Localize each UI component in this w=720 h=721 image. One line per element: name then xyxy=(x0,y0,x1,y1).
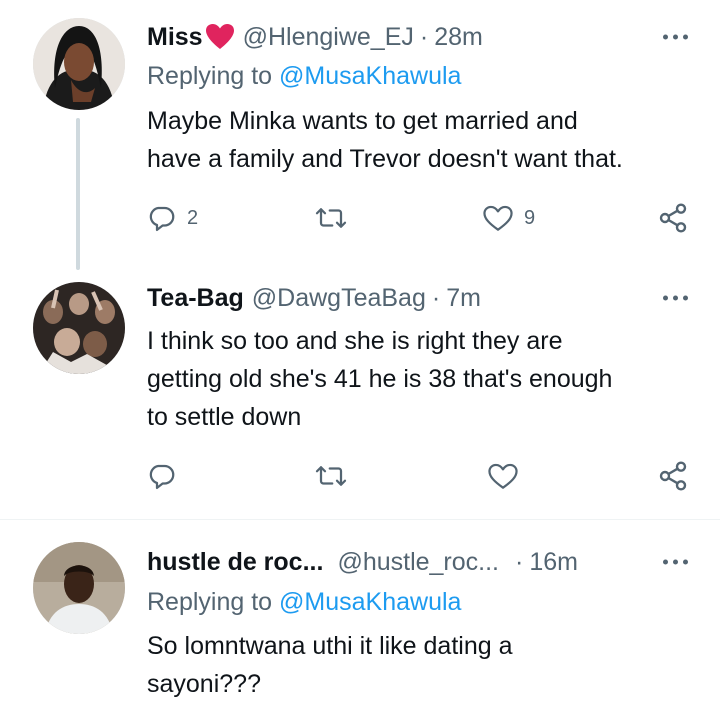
timestamp[interactable]: 7m xyxy=(446,284,481,313)
tweet-1[interactable]: Miss @Hlengiwe_EJ · 28m Replying to @Mus… xyxy=(0,0,720,290)
retweet-button[interactable] xyxy=(314,198,358,238)
tweet-text-line: have a family and Trevor doesn't want th… xyxy=(147,145,623,173)
display-name[interactable]: hustle de roc... xyxy=(147,548,323,577)
separator-dot: · xyxy=(419,22,429,51)
share-icon xyxy=(659,461,687,491)
tweet-2[interactable]: Tea-Bag @DawgTeaBag · 7m I think so too … xyxy=(0,275,720,518)
replying-to: Replying to @MusaKhawula xyxy=(147,62,461,91)
more-icon[interactable] xyxy=(663,34,688,40)
tweet-text-line: Maybe Minka wants to get married and xyxy=(147,107,578,135)
share-button[interactable] xyxy=(657,198,689,238)
retweet-button[interactable] xyxy=(314,456,348,496)
retweet-icon xyxy=(315,208,347,228)
mention-link[interactable]: @MusaKhawula xyxy=(279,62,461,90)
separator-dot: · xyxy=(431,283,441,312)
like-button[interactable]: 9 xyxy=(482,198,535,238)
share-button[interactable] xyxy=(657,456,689,496)
like-icon xyxy=(483,205,513,231)
tweet-text-line: sayoni??? xyxy=(147,670,261,698)
tweet-text-line: getting old she's 41 he is 38 that's eno… xyxy=(147,365,613,393)
tweet-header: Miss @Hlengiwe_EJ · 28m xyxy=(147,17,690,57)
avatar-tea-bag[interactable] xyxy=(33,282,125,374)
tweet-3[interactable]: hustle de roc... @hustle_roc... · 16m Re… xyxy=(0,520,720,721)
user-handle[interactable]: @Hlengiwe_EJ xyxy=(243,23,414,52)
like-count: 9 xyxy=(524,206,536,229)
tweet-text: I think so too and she is right they are… xyxy=(147,322,696,436)
tweet-header: hustle de roc... @hustle_roc... · 16m xyxy=(147,542,690,582)
timestamp[interactable]: 16m xyxy=(529,548,578,577)
mention-link[interactable]: @MusaKhawula xyxy=(279,588,461,616)
reply-icon xyxy=(149,464,175,489)
avatar-miss[interactable] xyxy=(33,18,125,110)
action-bar xyxy=(147,456,692,496)
thread-line xyxy=(76,118,80,270)
timestamp[interactable]: 28m xyxy=(434,23,483,52)
like-icon xyxy=(488,463,518,489)
tweet-text: Maybe Minka wants to get married and hav… xyxy=(147,102,696,178)
replying-prefix: Replying to xyxy=(147,62,280,90)
more-icon[interactable] xyxy=(663,295,688,301)
display-name[interactable]: Miss xyxy=(147,23,203,52)
tweet-text: So lomntwana uthi it like dating a sayon… xyxy=(147,627,696,703)
reply-button[interactable]: 2 xyxy=(147,198,198,238)
user-handle[interactable]: @DawgTeaBag xyxy=(252,284,426,313)
display-name[interactable]: Tea-Bag xyxy=(147,284,244,313)
like-button[interactable] xyxy=(487,456,519,496)
tweet-text-line: to settle down xyxy=(147,403,302,431)
more-icon[interactable] xyxy=(663,559,688,565)
avatar-hustle[interactable] xyxy=(33,542,125,634)
replying-prefix: Replying to xyxy=(147,588,280,616)
replying-to: Replying to @MusaKhawula xyxy=(147,588,461,617)
tweet-text-line: I think so too and she is right they are xyxy=(147,327,563,355)
tweet-text-line: So lomntwana uthi it like dating a xyxy=(147,632,513,660)
action-bar: 2 9 xyxy=(147,198,692,238)
reply-button[interactable] xyxy=(147,456,177,496)
retweet-icon xyxy=(315,466,347,486)
separator-dot: · xyxy=(515,547,524,576)
share-icon xyxy=(659,203,687,233)
reply-icon xyxy=(149,206,175,231)
heart-emoji-icon xyxy=(205,23,235,51)
user-handle[interactable]: @hustle_roc... xyxy=(337,548,499,577)
tweet-header: Tea-Bag @DawgTeaBag · 7m xyxy=(147,278,690,318)
reply-count: 2 xyxy=(187,206,199,229)
